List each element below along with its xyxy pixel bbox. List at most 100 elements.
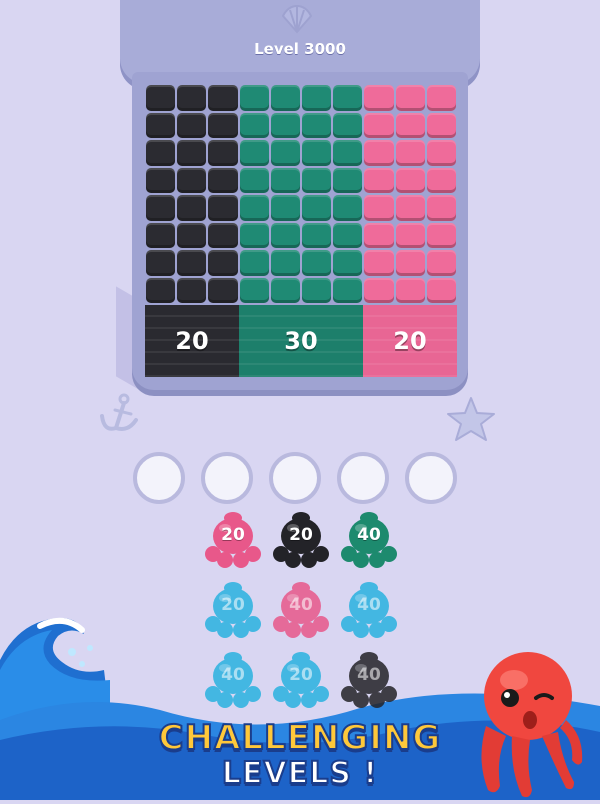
block-cell: [270, 140, 300, 166]
octopus-piece[interactable]: 20: [203, 580, 263, 640]
block-cell: [177, 112, 207, 138]
block-cell: [395, 85, 425, 111]
octopus-count-label: 20: [289, 525, 313, 545]
block-cell: [364, 85, 394, 111]
block-grid: [145, 84, 457, 304]
block-cell: [239, 167, 269, 193]
block-cell: [177, 167, 207, 193]
block-cell: [146, 112, 176, 138]
block-cell: [333, 277, 363, 303]
holding-slot[interactable]: [269, 452, 321, 504]
block-cell: [426, 250, 456, 276]
block-cell: [364, 277, 394, 303]
block-cell: [426, 277, 456, 303]
holding-slot[interactable]: [133, 452, 185, 504]
counter-label: 30: [284, 327, 318, 355]
game-stage: Level 3000 20 30 20 20 20 40 20 40 40 40 20 40: [0, 0, 600, 800]
banner-title-line2: LEVELS !: [221, 755, 379, 792]
octopus-piece[interactable]: 40: [203, 650, 263, 710]
anchor-icon: [98, 392, 142, 436]
block-cell: [146, 167, 176, 193]
block-cell: [302, 85, 332, 111]
octopus-piece[interactable]: 40: [339, 510, 399, 570]
block-cell: [302, 112, 332, 138]
block-cell: [177, 250, 207, 276]
block-cell: [177, 277, 207, 303]
column-counter-pink: 20: [363, 305, 457, 377]
block-cell: [333, 140, 363, 166]
block-cell: [395, 112, 425, 138]
block-cell: [270, 167, 300, 193]
octopus-count-label: 20: [221, 595, 245, 615]
octopus-piece[interactable]: 40: [339, 580, 399, 640]
block-cell: [426, 85, 456, 111]
block-cell: [208, 112, 238, 138]
holding-slot[interactable]: [201, 452, 253, 504]
block-cell: [302, 167, 332, 193]
octopus-count-label: 40: [221, 665, 245, 685]
holding-slots: [133, 452, 468, 504]
block-cell: [395, 250, 425, 276]
block-cell: [333, 250, 363, 276]
block-cell: [239, 222, 269, 248]
block-cell: [177, 85, 207, 111]
block-cell: [177, 195, 207, 221]
octopus-piece[interactable]: 20: [271, 510, 331, 570]
octopus-piece[interactable]: 40: [339, 650, 399, 710]
counter-label: 20: [393, 327, 427, 355]
octopus-piece[interactable]: 40: [271, 580, 331, 640]
octopus-piece[interactable]: 20: [203, 510, 263, 570]
octopus-count-label: 20: [221, 525, 245, 545]
block-cell: [146, 250, 176, 276]
block-cell: [146, 140, 176, 166]
block-cell: [364, 140, 394, 166]
holding-slot[interactable]: [405, 452, 457, 504]
column-counter-green: 30: [239, 305, 363, 377]
block-cell: [146, 85, 176, 111]
block-cell: [239, 250, 269, 276]
block-cell: [208, 277, 238, 303]
block-cell: [364, 167, 394, 193]
block-cell: [208, 85, 238, 111]
block-cell: [270, 277, 300, 303]
block-cell: [333, 112, 363, 138]
octopus-piece[interactable]: 20: [271, 650, 331, 710]
block-cell: [395, 167, 425, 193]
block-cell: [426, 112, 456, 138]
block-cell: [395, 277, 425, 303]
block-cell: [208, 140, 238, 166]
block-cell: [364, 250, 394, 276]
holding-slot[interactable]: [337, 452, 389, 504]
block-cell: [208, 195, 238, 221]
block-cell: [239, 140, 269, 166]
octopus-count-label: 20: [289, 665, 313, 685]
block-cell: [333, 195, 363, 221]
block-cell: [302, 222, 332, 248]
block-cell: [177, 222, 207, 248]
block-cell: [302, 195, 332, 221]
octopus-count-label: 40: [357, 595, 381, 615]
column-counter-black: 20: [145, 305, 239, 377]
block-cell: [395, 195, 425, 221]
block-cell: [270, 195, 300, 221]
block-cell: [364, 195, 394, 221]
octopus-count-label: 40: [357, 525, 381, 545]
block-cell: [302, 140, 332, 166]
block-cell: [333, 167, 363, 193]
block-cell: [270, 85, 300, 111]
block-cell: [395, 140, 425, 166]
block-cell: [270, 250, 300, 276]
shell-icon: [280, 4, 314, 34]
block-cell: [239, 277, 269, 303]
block-cell: [395, 222, 425, 248]
block-cell: [302, 250, 332, 276]
block-cell: [177, 140, 207, 166]
block-cell: [426, 140, 456, 166]
octopus-count-label: 40: [289, 595, 313, 615]
block-cell: [146, 277, 176, 303]
block-cell: [333, 222, 363, 248]
block-cell: [146, 222, 176, 248]
banner-title-line1: CHALLENGING: [158, 717, 442, 759]
block-cell: [426, 167, 456, 193]
octopus-count-label: 40: [357, 665, 381, 685]
